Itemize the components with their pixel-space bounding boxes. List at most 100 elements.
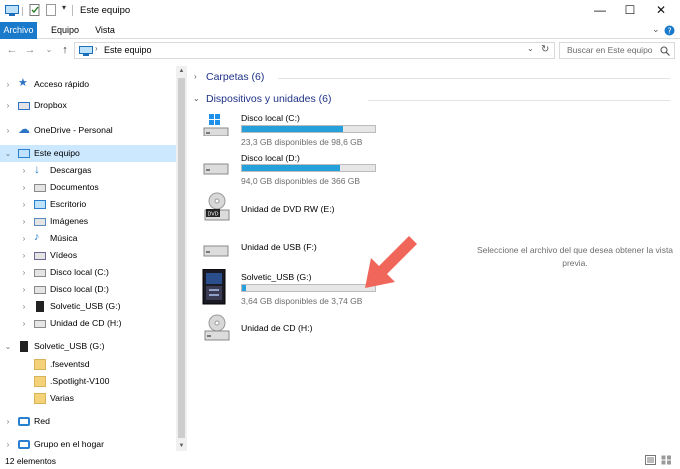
breadcrumb-separator-icon: ›	[95, 44, 98, 53]
tab-equipo[interactable]: Equipo	[46, 22, 84, 39]
sidebar-item-dropbox[interactable]: › Dropbox	[0, 97, 176, 114]
sidebar-item-label: Vídeos	[50, 250, 78, 260]
expanded-chevron-icon[interactable]: ⌄	[4, 338, 12, 355]
sidebar-item-escritorio[interactable]: › Escritorio	[0, 196, 176, 213]
sidebar-item-este-equipo[interactable]: ⌄ Este equipo	[0, 145, 176, 162]
free-space-text: 23,3 GB disponibles de 98,6 GB	[241, 137, 363, 147]
window-title: Este equipo	[80, 5, 131, 16]
sidebar-item-label: Acceso rápido	[34, 79, 90, 89]
up-button[interactable]: ↑	[58, 43, 72, 57]
divider	[72, 5, 73, 16]
minimize-button[interactable]: —	[584, 0, 616, 22]
breadcrumb[interactable]: Este equipo	[104, 45, 152, 55]
sidebar-item-acceso-rápido[interactable]: › ★ Acceso rápido	[0, 76, 176, 93]
network-icon	[18, 417, 30, 426]
search-icon	[660, 46, 670, 56]
sidebar-item-imágenes[interactable]: › Imágenes	[0, 213, 176, 230]
tab-archivo[interactable]: Archivo	[0, 22, 37, 39]
back-button[interactable]: ←	[5, 43, 19, 57]
tab-vista[interactable]: Vista	[90, 22, 120, 39]
device-cd-h[interactable]: Unidad de CD (H:)	[201, 312, 381, 344]
collapsed-chevron-icon[interactable]: ›	[20, 298, 28, 315]
expanded-chevron-icon[interactable]: ⌄	[4, 145, 12, 162]
sidebar-item-descargas[interactable]: › ↓ Descargas	[0, 162, 176, 179]
recent-locations-button[interactable]: ⌄	[42, 43, 56, 57]
new-folder-icon[interactable]	[46, 4, 58, 16]
device-name: Unidad de CD (H:)	[241, 323, 313, 333]
collapsed-chevron-icon[interactable]: ›	[20, 315, 28, 332]
large-icons-view-icon[interactable]	[661, 455, 672, 465]
sidebar-item-disco-local-c[interactable]: › Disco local (C:)	[0, 264, 176, 281]
computer-icon	[79, 46, 93, 56]
pictures-icon	[34, 218, 46, 226]
group-expand-chevron-icon[interactable]: ›	[194, 72, 197, 81]
sidebar-item-vídeos[interactable]: › Vídeos	[0, 247, 176, 264]
folder-icon	[34, 393, 46, 404]
collapsed-chevron-icon[interactable]: ›	[20, 264, 28, 281]
dvd-drive-icon: DVD	[204, 192, 230, 221]
collapsed-chevron-icon[interactable]: ›	[4, 122, 12, 139]
sidebar-item-solvetic-usb-g[interactable]: › Solvetic_USB (G:)	[0, 298, 176, 315]
refresh-icon[interactable]: ↻	[541, 44, 549, 55]
collapsed-chevron-icon[interactable]: ›	[20, 230, 28, 247]
scrollbar-thumb[interactable]	[178, 78, 185, 438]
properties-icon[interactable]	[29, 4, 41, 16]
collapsed-chevron-icon[interactable]: ›	[20, 179, 28, 196]
collapsed-chevron-icon[interactable]: ›	[4, 413, 12, 430]
details-view-icon[interactable]	[645, 455, 656, 465]
divider	[22, 7, 23, 16]
scroll-down-arrow[interactable]: ▼	[176, 441, 187, 451]
collapsed-chevron-icon[interactable]: ›	[20, 213, 28, 230]
collapsed-chevron-icon[interactable]: ›	[20, 247, 28, 264]
sidebar-item-disco-local-d[interactable]: › Disco local (D:)	[0, 281, 176, 298]
device-name: Solvetic_USB (G:)	[241, 272, 312, 282]
collapsed-chevron-icon[interactable]: ›	[4, 76, 12, 93]
sidebar-item-red[interactable]: › Red	[0, 413, 176, 430]
forward-button[interactable]: →	[23, 43, 37, 57]
collapsed-chevron-icon[interactable]: ›	[20, 196, 28, 213]
device-name: Unidad de USB (F:)	[241, 242, 317, 252]
sidebar-item-varias[interactable]: Varias	[0, 390, 176, 407]
ribbon-tabs: Archivo Equipo Vista ⌄ ?	[0, 22, 680, 39]
computer-icon[interactable]	[5, 5, 19, 16]
device-disco-d[interactable]: Disco local (D:) 94,0 GB disponibles de …	[201, 148, 381, 188]
folder-icon	[34, 376, 46, 387]
collapsed-chevron-icon[interactable]: ›	[4, 97, 12, 114]
documents-icon	[34, 184, 46, 192]
group-header-carpetas[interactable]: Carpetas (6)	[206, 71, 264, 83]
sidebar-item-documentos[interactable]: › Documentos	[0, 179, 176, 196]
collapsed-chevron-icon[interactable]: ›	[20, 281, 28, 298]
group-collapse-chevron-icon[interactable]: ⌄	[193, 94, 200, 103]
address-history-icon[interactable]: ⌄	[527, 44, 534, 53]
svg-text:DVD: DVD	[207, 212, 218, 218]
chevron-down-icon[interactable]: ⌄	[652, 24, 660, 35]
group-header-dispositivos[interactable]: Dispositivos y unidades (6)	[206, 93, 331, 105]
sidebar-item-fseventsd[interactable]: .fseventsd	[0, 356, 176, 373]
sidebar-item-música[interactable]: › ♪ Música	[0, 230, 176, 247]
sidebar-item-unidad-de-cd-h[interactable]: › Unidad de CD (H:)	[0, 315, 176, 332]
address-bar[interactable]: › Este equipo ⌄ ↻	[74, 42, 555, 59]
scroll-up-arrow[interactable]: ▲	[176, 66, 187, 76]
homegroup-icon	[18, 440, 30, 449]
sidebar-item-spotlight-v100[interactable]: .Spotlight-V100	[0, 373, 176, 390]
red-annotation-arrow	[365, 236, 417, 288]
cloud-icon: ☁	[18, 122, 30, 136]
sidebar-item-label: Música	[50, 233, 78, 243]
computer-icon	[18, 149, 30, 158]
help-icon[interactable]: ?	[664, 25, 675, 36]
desktop-icon	[34, 200, 46, 209]
device-dvd-e[interactable]: DVD Unidad de DVD RW (E:)	[201, 192, 381, 226]
sidebar-item-label: OneDrive - Personal	[34, 125, 113, 135]
search-input[interactable]: Buscar en Este equipo	[559, 42, 675, 59]
sidebar-item-solvetic-usb-g[interactable]: ⌄ Solvetic_USB (G:)	[0, 338, 176, 355]
device-solvetic-usb-g[interactable]: Solvetic_USB (G:) 3,64 GB disponibles de…	[201, 267, 381, 311]
sidebar-item-onedrive-personal[interactable]: › ☁ OneDrive - Personal	[0, 122, 176, 139]
device-disco-c[interactable]: Disco local (C:) 23,3 GB disponibles de …	[201, 108, 381, 148]
device-usb-f[interactable]: Unidad de USB (F:)	[201, 238, 381, 264]
collapsed-chevron-icon[interactable]: ›	[20, 162, 28, 179]
group-divider	[278, 78, 670, 79]
customize-quick-access-icon[interactable]: ▾	[62, 3, 66, 12]
nav-scrollbar[interactable]: ▲ ▼	[176, 66, 187, 451]
maximize-button[interactable]: ☐	[614, 0, 646, 22]
close-button[interactable]: ✕	[645, 0, 677, 22]
